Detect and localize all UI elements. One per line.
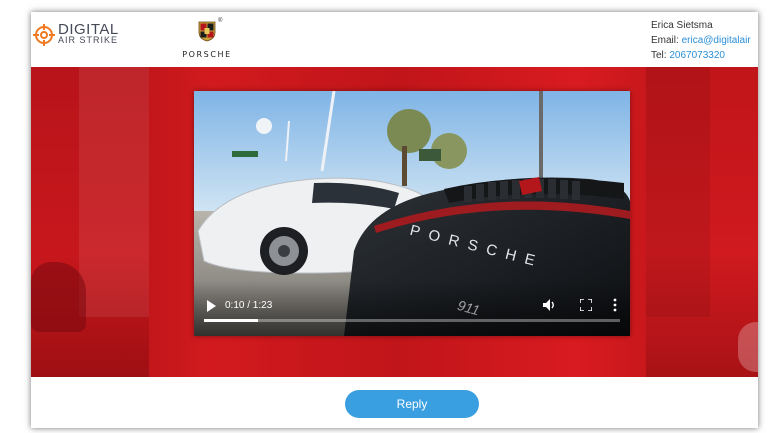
play-icon[interactable] <box>206 300 216 312</box>
fullscreen-icon[interactable] <box>580 299 592 311</box>
crosshair-icon <box>33 24 55 46</box>
email-label: Email: <box>651 35 679 46</box>
porsche-logo: PORSCHE <box>169 20 245 59</box>
contact-email-row: Email: erica@digitalair <box>651 33 751 48</box>
video-player[interactable]: PORSCHE 911 0:10 / 1:23 <box>194 91 630 336</box>
reply-button[interactable]: Reply <box>345 390 479 418</box>
hero-right-inner <box>646 67 710 317</box>
tel-label: Tel: <box>651 50 667 61</box>
contact-tel-row: Tel: 2067073320 <box>651 48 751 63</box>
brand-name-line1: DIGITAL <box>58 21 119 38</box>
porsche-crest-icon <box>198 21 216 42</box>
email-header: DIGITAL AIR STRIKE PORSCHE ® Erica Siets… <box>31 12 758 67</box>
background-car-silhouette-right <box>738 322 758 372</box>
brand-name-line2: AIR STRIKE <box>58 35 119 45</box>
email-card: DIGITAL AIR STRIKE PORSCHE ® Erica Siets… <box>31 12 758 428</box>
registered-mark: ® <box>218 18 223 24</box>
porsche-wordmark: PORSCHE <box>182 50 232 59</box>
tel-link[interactable]: 2067073320 <box>669 50 725 61</box>
digital-air-strike-logo: DIGITAL AIR STRIKE <box>33 21 119 46</box>
video-progress-fill <box>204 319 259 322</box>
video-progress-bar[interactable] <box>204 319 620 322</box>
contact-name: Erica Sietsma <box>651 20 713 31</box>
email-link[interactable]: erica@digitalair <box>682 35 751 46</box>
more-options-icon[interactable] <box>612 298 618 312</box>
background-car-silhouette <box>31 262 86 332</box>
hero-left-inner <box>79 67 149 317</box>
volume-icon[interactable] <box>542 298 556 312</box>
video-time: 0:10 / 1:23 <box>225 300 273 311</box>
contact-block: Erica Sietsma Email: erica@digitalair Te… <box>651 18 751 63</box>
email-footer: Reply <box>31 377 758 428</box>
